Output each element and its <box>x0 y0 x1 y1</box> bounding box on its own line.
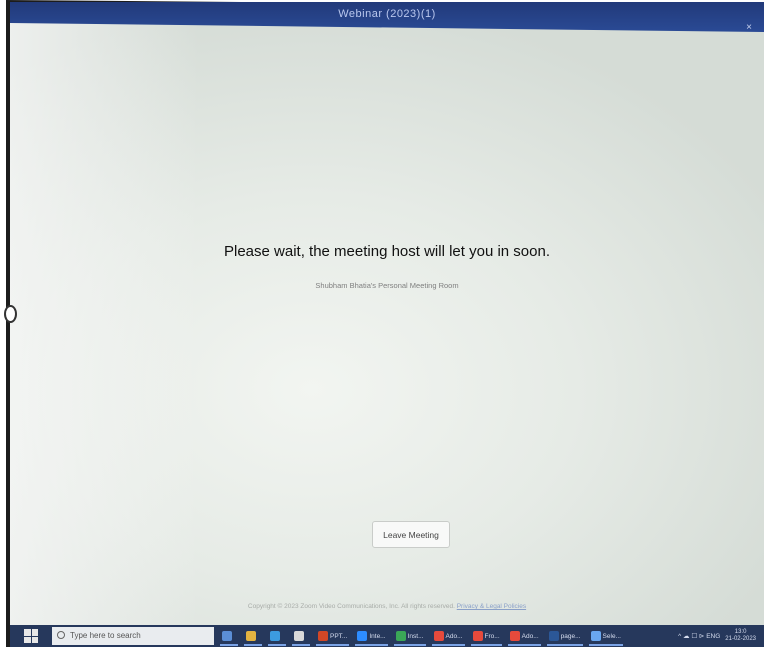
system-tray: ^ ☁ ☐ ⊳ ENG 13:0 21-02-2023 <box>678 629 756 643</box>
taskbar-app-label: Ado... <box>521 632 539 640</box>
clock-time: 13:0 <box>734 629 747 635</box>
taskbar-app-chrome-2[interactable]: Inst... <box>393 628 426 646</box>
zoom-icon <box>357 631 368 641</box>
taskbar-app-label: Ado... <box>445 632 463 640</box>
edge-icon <box>270 631 280 641</box>
taskbar-app-zoom-2[interactable]: Sele... <box>588 628 623 646</box>
taskbar-app-ppt[interactable]: PPT... <box>316 628 350 646</box>
taskbar-app-file-explorer[interactable] <box>244 628 262 646</box>
title-bar: Webinar (2023)(1) × <box>10 2 764 32</box>
taskbar-app-acrobat[interactable]: Ado... <box>431 628 465 646</box>
taskbar-apps: PPT... Inte... Inst... Ado... Fro... Ado... pa… <box>220 628 623 646</box>
ppt-icon <box>318 631 328 641</box>
copyright-footer: Copyright © 2023 Zoom Video Communicatio… <box>10 603 764 610</box>
search-placeholder: Type here to search <box>70 631 141 640</box>
chrome-icon <box>294 631 304 641</box>
taskbar-app-label: Sele... <box>602 632 621 640</box>
taskbar-app-label: Inte... <box>369 632 386 640</box>
taskbar-clock[interactable]: 13:0 21-02-2023 <box>725 629 756 643</box>
close-icon[interactable]: × <box>746 22 752 32</box>
acrobat-2-icon <box>472 631 483 641</box>
copyright-text: Copyright © 2023 Zoom Video Communicatio… <box>247 603 455 610</box>
taskbar-app-task-view[interactable] <box>220 628 238 646</box>
privacy-policy-link[interactable]: Privacy & Legal Policies <box>457 603 526 610</box>
task-view-icon <box>222 631 232 641</box>
clock-date: 21-02-2023 <box>725 636 756 642</box>
acrobat-icon <box>433 631 444 641</box>
taskbar-app-acrobat-3[interactable]: Ado... <box>507 628 541 646</box>
taskbar-app-chrome[interactable] <box>292 628 310 646</box>
tray-icons[interactable]: ^ ☁ ☐ ⊳ ENG <box>678 632 720 640</box>
leave-meeting-button[interactable]: Leave Meeting <box>372 521 450 548</box>
word-icon <box>548 631 559 641</box>
taskbar-app-edge[interactable] <box>268 628 286 646</box>
bezel-camera-dot <box>4 305 17 323</box>
window-title: Webinar (2023)(1) <box>338 8 436 20</box>
zoom-window: Webinar (2023)(1) × Please wait, the mee… <box>10 2 764 647</box>
taskbar-app-acrobat-2[interactable]: Fro... <box>470 628 502 646</box>
taskbar-app-label: PPT... <box>330 632 348 640</box>
taskbar-app-label: Fro... <box>484 632 500 640</box>
taskbar-app-label: page... <box>560 632 581 640</box>
taskbar-app-label: Inst... <box>407 632 424 640</box>
chrome-2-icon <box>395 631 406 641</box>
search-icon <box>57 631 65 639</box>
acrobat-3-icon <box>509 631 520 641</box>
windows-taskbar: Type here to search PPT... Inte... Inst...… <box>10 625 764 647</box>
taskbar-search-input[interactable]: Type here to search <box>52 627 214 645</box>
file-explorer-icon <box>246 631 256 641</box>
zoom-2-icon <box>590 631 601 641</box>
meeting-room-name: Shubham Bhatia's Personal Meeting Room <box>315 281 459 290</box>
taskbar-app-word[interactable]: page... <box>546 628 583 646</box>
windows-start-icon[interactable] <box>24 629 38 643</box>
taskbar-app-zoom[interactable]: Inte... <box>355 628 388 646</box>
waiting-message: Please wait, the meeting host will let y… <box>223 243 550 260</box>
